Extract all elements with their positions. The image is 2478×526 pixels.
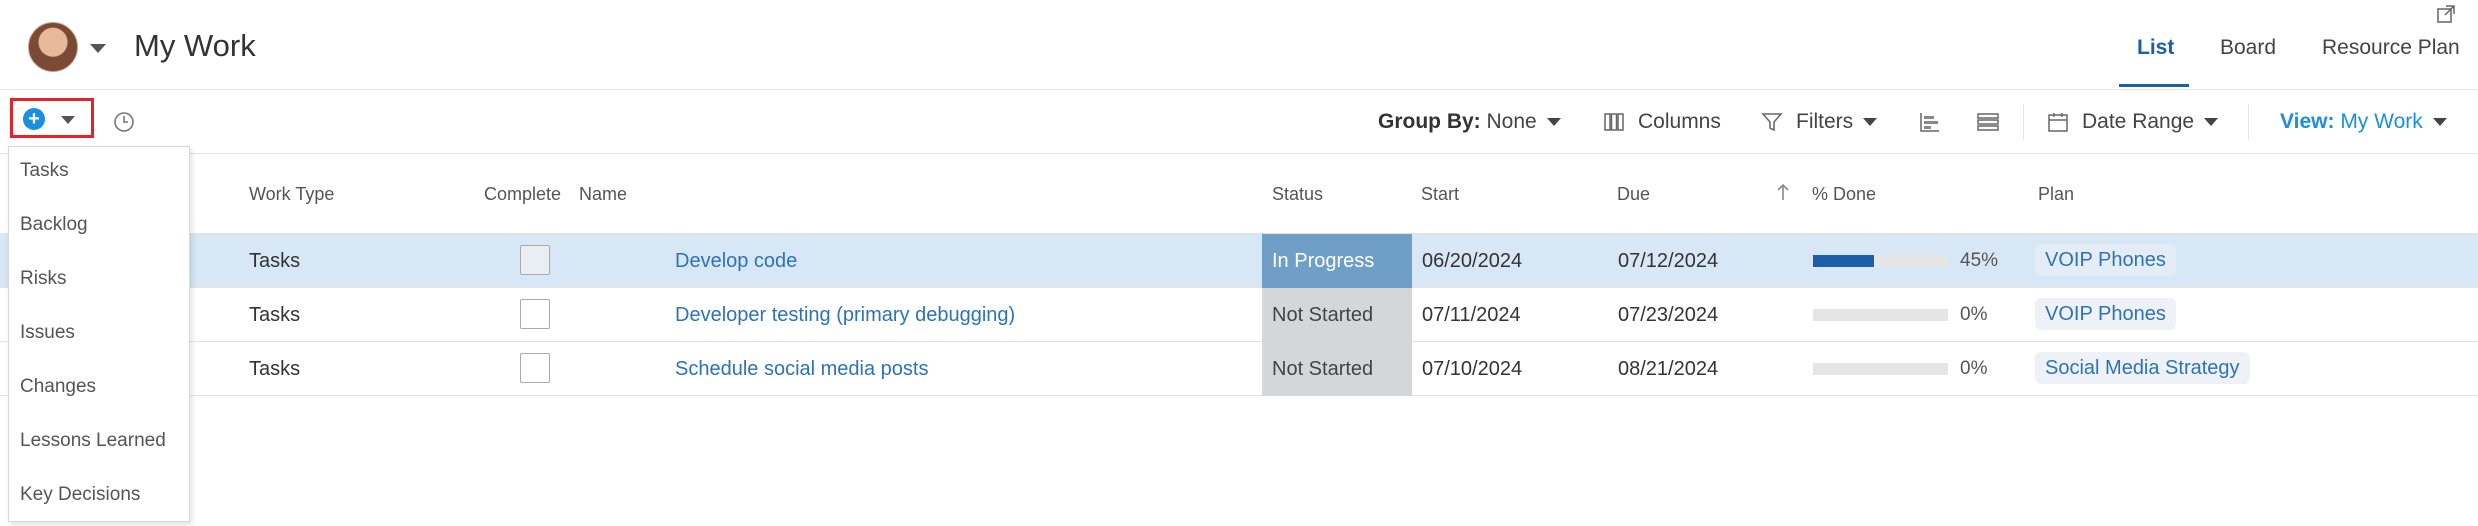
complete-checkbox[interactable] [520,299,550,329]
view-value: My Work [2340,110,2423,133]
work-type-cell: Tasks [249,250,301,272]
plan-link[interactable]: VOIP Phones [2035,298,2176,330]
complete-checkbox[interactable] [520,245,550,275]
due-date-cell[interactable]: 07/23/2024 [1618,304,1718,327]
column-header-complete[interactable]: Complete [484,184,561,205]
menu-item-changes[interactable]: Changes [20,376,96,398]
tab-board[interactable]: Board [2220,36,2276,60]
page-header: My Work List Board Resource Plan [0,0,2478,90]
tab-resource-plan[interactable]: Resource Plan [2322,36,2460,60]
date-range-dropdown[interactable]: Date Range [2082,110,2219,134]
task-name-link[interactable]: Develop code [675,250,797,273]
view-dropdown[interactable]: View: My Work [2280,110,2447,134]
column-header-percent-done[interactable]: % Done [1812,184,1876,205]
menu-item-tasks[interactable]: Tasks [20,160,69,182]
column-header-plan[interactable]: Plan [2038,184,2074,205]
group-by-dropdown[interactable]: Group By: None [1378,110,1561,134]
filters-dropdown[interactable]: Filters [1796,110,1878,134]
user-avatar[interactable] [28,22,78,72]
add-item-button[interactable]: + [10,98,94,138]
percent-done-label: 0% [1960,358,1988,379]
gantt-icon[interactable] [1918,110,1942,134]
chevron-down-icon [2204,118,2219,127]
column-header-status[interactable]: Status [1272,184,1323,205]
percent-done-label: 0% [1960,304,1988,325]
group-by-value: None [1486,110,1537,133]
sort-ascending-icon[interactable] [1776,182,1790,202]
table-row[interactable]: Tasks Develop code In Progress 06/20/202… [0,234,2478,288]
avatar-chevron-down-icon[interactable] [90,44,106,53]
start-date-cell[interactable]: 07/10/2024 [1422,358,1522,381]
column-header-due[interactable]: Due [1617,184,1650,205]
menu-item-risks[interactable]: Risks [20,268,66,290]
complete-checkbox[interactable] [520,353,550,383]
work-type-cell: Tasks [249,358,301,380]
due-date-cell[interactable]: 07/12/2024 [1618,250,1718,273]
columns-button[interactable]: Columns [1638,110,1721,134]
page-title: My Work [134,28,256,63]
menu-item-lessons-learned[interactable]: Lessons Learned [20,430,166,452]
progress-fill [1813,255,1874,267]
start-date-cell[interactable]: 07/11/2024 [1422,304,1521,327]
calendar-icon[interactable] [2046,110,2070,134]
tab-active-underline [2119,84,2189,87]
view-label: View: [2280,110,2335,133]
work-type-cell: Tasks [249,304,301,326]
chevron-down-icon [2432,118,2447,127]
table-row[interactable]: Tasks Developer testing (primary debuggi… [0,288,2478,342]
menu-item-backlog[interactable]: Backlog [20,214,88,236]
column-header-start[interactable]: Start [1421,184,1459,205]
chevron-down-icon [1546,118,1561,127]
tab-list[interactable]: List [2137,36,2174,60]
status-cell[interactable]: Not Started [1262,342,1412,396]
plan-link[interactable]: VOIP Phones [2035,244,2176,276]
density-icon[interactable] [1976,110,2000,134]
column-header-name[interactable]: Name [579,184,627,205]
status-cell[interactable]: In Progress [1262,234,1412,288]
group-by-label: Group By: [1378,110,1481,133]
chevron-down-icon [61,116,75,124]
task-name-link[interactable]: Schedule social media posts [675,358,928,381]
filters-label: Filters [1796,110,1854,133]
columns-icon[interactable] [1602,110,1626,134]
toolbar-divider [2248,104,2249,140]
status-cell[interactable]: Not Started [1262,288,1412,342]
add-item-menu: Tasks Backlog Risks Issues Changes Lesso… [8,146,190,522]
date-range-label: Date Range [2082,110,2195,133]
chevron-down-icon [1863,118,1878,127]
progress-bar [1813,363,1948,375]
due-date-cell[interactable]: 08/21/2024 [1618,358,1718,381]
percent-done-label: 45% [1960,250,1999,271]
column-header-work-type[interactable]: Work Type [249,184,334,205]
task-name-link[interactable]: Developer testing (primary debugging) [675,304,1015,327]
menu-item-key-decisions[interactable]: Key Decisions [20,484,140,506]
table-header: Work Type Complete Name Status Start Due… [0,154,2478,234]
clock-icon[interactable] [112,110,136,134]
progress-bar [1813,309,1948,321]
filter-icon[interactable] [1760,110,1784,134]
toolbar-divider [2023,104,2024,140]
menu-item-issues[interactable]: Issues [20,322,75,344]
toolbar: + Group By: None Columns Filters Date Ra [0,90,2478,154]
plus-icon: + [23,108,45,130]
expand-icon[interactable] [2436,4,2456,24]
table-row[interactable]: Tasks Schedule social media posts Not St… [0,342,2478,396]
start-date-cell[interactable]: 06/20/2024 [1422,250,1522,273]
plan-link[interactable]: Social Media Strategy [2035,352,2250,384]
progress-bar [1813,255,1948,267]
